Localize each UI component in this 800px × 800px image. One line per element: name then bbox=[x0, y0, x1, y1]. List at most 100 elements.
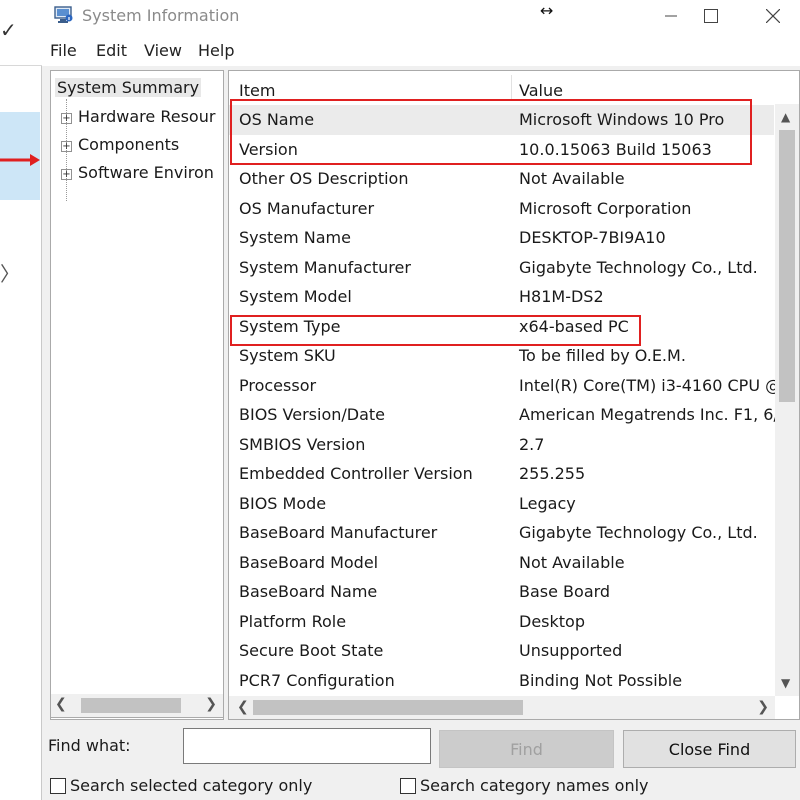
system-information-window: System Information ↔ File Edit View Help… bbox=[42, 0, 800, 800]
table-row[interactable]: Embedded Controller Version 255.255 bbox=[229, 459, 774, 489]
table-row[interactable]: Version 10.0.15063 Build 15063 bbox=[229, 135, 774, 165]
row-value-cell: 2.7 bbox=[519, 434, 545, 454]
table-row[interactable]: BIOS Version/Date American Megatrends Inc… bbox=[229, 400, 779, 430]
close-find-button[interactable]: Close Find bbox=[623, 730, 796, 768]
close-window-button[interactable] bbox=[744, 0, 800, 32]
find-what-input[interactable] bbox=[183, 728, 431, 764]
row-item-cell: OS Name bbox=[239, 110, 315, 129]
row-item-cell: Version bbox=[239, 139, 298, 159]
row-value-cell: Gigabyte Technology Co., Ltd. bbox=[519, 257, 758, 277]
tree-item-system-summary[interactable]: System Summary bbox=[55, 78, 202, 97]
row-value-cell: American Megatrends Inc. F1, 6/ bbox=[519, 405, 779, 424]
table-row[interactable]: System Name DESKTOP-7BI9A10 bbox=[229, 223, 774, 253]
title-bar: System Information ↔ bbox=[42, 0, 800, 34]
menu-help[interactable]: Help bbox=[198, 41, 234, 60]
background-window: ✓ 〉 bbox=[0, 0, 42, 800]
tree-horizontal-scrollbar[interactable]: ❮ ❯ bbox=[50, 694, 224, 718]
checkbox-icon[interactable] bbox=[50, 777, 66, 794]
column-header-value[interactable]: Value bbox=[519, 81, 563, 100]
row-value-cell: Intel(R) Core(TM) i3-4160 CPU @ bbox=[519, 375, 782, 395]
scroll-up-icon[interactable]: ▲ bbox=[781, 110, 790, 124]
table-row[interactable]: System Type x64-based PC bbox=[229, 312, 774, 342]
row-item-cell: BIOS Mode bbox=[239, 493, 327, 513]
scrollbar-thumb[interactable] bbox=[253, 700, 523, 715]
list-vertical-scrollbar[interactable]: ▲ ▼ bbox=[775, 104, 799, 696]
row-item-cell: System Name bbox=[239, 228, 351, 247]
row-value-cell: Microsoft Windows 10 Pro bbox=[519, 110, 725, 129]
scrollbar-thumb[interactable] bbox=[81, 698, 181, 713]
row-item-cell: Embedded Controller Version bbox=[239, 464, 473, 483]
row-value-cell: x64-based PC bbox=[519, 316, 629, 336]
list-horizontal-scrollbar[interactable]: ❮ ❯ bbox=[229, 696, 775, 719]
tree-item-software-environment[interactable]: + Software Environ bbox=[61, 163, 214, 182]
row-item-cell: System SKU bbox=[239, 346, 336, 365]
scroll-right-icon[interactable]: ❯ bbox=[205, 696, 217, 712]
checkmark-icon: ✓ bbox=[0, 18, 17, 42]
expand-icon[interactable]: + bbox=[61, 113, 72, 124]
resize-cursor-icon: ↔ bbox=[540, 1, 554, 20]
table-row[interactable]: BIOS Mode Legacy bbox=[229, 489, 774, 519]
row-item-cell: Platform Role bbox=[239, 611, 347, 631]
row-item-cell: BaseBoard Model bbox=[239, 552, 379, 572]
chevron-right-icon[interactable]: 〉 bbox=[0, 258, 20, 287]
row-item-cell: Other OS Description bbox=[239, 169, 409, 188]
row-item-cell: BaseBoard Name bbox=[239, 582, 378, 601]
row-item-cell: Processor bbox=[239, 375, 317, 395]
table-row[interactable]: Secure Boot State Unsupported bbox=[229, 636, 774, 666]
menu-file[interactable]: File bbox=[50, 41, 77, 60]
table-row[interactable]: BaseBoard Manufacturer Gigabyte Technolog… bbox=[229, 518, 774, 548]
column-header-item[interactable]: Item bbox=[239, 81, 275, 100]
find-button[interactable]: Find bbox=[439, 730, 614, 768]
row-value-cell: 255.255 bbox=[519, 464, 586, 483]
table-row[interactable]: Other OS Description Not Available bbox=[229, 164, 774, 194]
table-row[interactable]: PCR7 Configuration Binding Not Possible bbox=[229, 666, 774, 696]
scroll-right-icon[interactable]: ❯ bbox=[757, 699, 769, 715]
checkbox-icon[interactable] bbox=[400, 777, 416, 794]
table-row[interactable]: OS Manufacturer Microsoft Corporation bbox=[229, 194, 774, 224]
menu-edit[interactable]: Edit bbox=[96, 41, 127, 60]
table-row[interactable]: System Model H81M-DS2 bbox=[229, 282, 774, 312]
maximize-button[interactable] bbox=[682, 0, 740, 32]
scroll-down-icon[interactable]: ▼ bbox=[781, 676, 790, 690]
search-category-names-checkbox[interactable]: Search category names only bbox=[400, 776, 649, 795]
row-value-cell: DESKTOP-7BI9A10 bbox=[519, 228, 666, 247]
table-row[interactable]: Platform Role Desktop bbox=[229, 607, 774, 637]
tree-item-components[interactable]: + Components bbox=[61, 135, 179, 154]
checkbox-label: Search category names only bbox=[420, 776, 649, 795]
scroll-left-icon[interactable]: ❮ bbox=[55, 696, 67, 712]
maximize-icon bbox=[704, 9, 718, 23]
menu-bar: File Edit View Help bbox=[42, 34, 800, 66]
row-value-cell: Base Board bbox=[519, 582, 611, 601]
search-selected-category-checkbox[interactable]: Search selected category only bbox=[50, 776, 312, 795]
column-divider[interactable] bbox=[511, 75, 512, 99]
row-value-cell: Unsupported bbox=[519, 641, 623, 660]
row-item-cell: PCR7 Configuration bbox=[239, 670, 395, 690]
row-item-cell: Secure Boot State bbox=[239, 641, 384, 660]
row-item-cell: System Manufacturer bbox=[239, 257, 411, 277]
row-item-cell: BIOS Version/Date bbox=[239, 405, 385, 424]
row-value-cell: Legacy bbox=[519, 493, 576, 513]
table-row[interactable]: OS Name Microsoft Windows 10 Pro bbox=[229, 105, 774, 135]
row-value-cell: Desktop bbox=[519, 611, 585, 631]
scroll-left-icon[interactable]: ❮ bbox=[237, 699, 249, 715]
row-item-cell: System Type bbox=[239, 316, 341, 336]
red-arrow-icon bbox=[0, 154, 40, 166]
category-tree: System Summary + Hardware Resour + Compone… bbox=[50, 70, 224, 720]
scrollbar-thumb[interactable] bbox=[779, 130, 795, 402]
row-item-cell: SMBIOS Version bbox=[239, 434, 366, 454]
window-title: System Information bbox=[82, 6, 240, 25]
table-row[interactable]: System SKU To be filled by O.E.M. bbox=[229, 341, 774, 371]
expand-icon[interactable]: + bbox=[61, 141, 72, 152]
table-row[interactable]: System Manufacturer Gigabyte Technology C… bbox=[229, 253, 774, 283]
expand-icon[interactable]: + bbox=[61, 169, 72, 180]
tree-item-label: Hardware Resour bbox=[78, 107, 216, 126]
row-value-cell: Microsoft Corporation bbox=[519, 198, 692, 218]
table-row[interactable]: BaseBoard Name Base Board bbox=[229, 577, 774, 607]
menu-view[interactable]: View bbox=[144, 41, 182, 60]
table-row[interactable]: BaseBoard Model Not Available bbox=[229, 548, 774, 578]
table-row[interactable]: Processor Intel(R) Core(TM) i3-4160 CPU @ bbox=[229, 371, 781, 401]
row-value-cell: To be filled by O.E.M. bbox=[519, 346, 686, 365]
row-item-cell: OS Manufacturer bbox=[239, 198, 375, 218]
table-row[interactable]: SMBIOS Version 2.7 bbox=[229, 430, 774, 460]
tree-item-hardware-resources[interactable]: + Hardware Resour bbox=[61, 107, 215, 126]
